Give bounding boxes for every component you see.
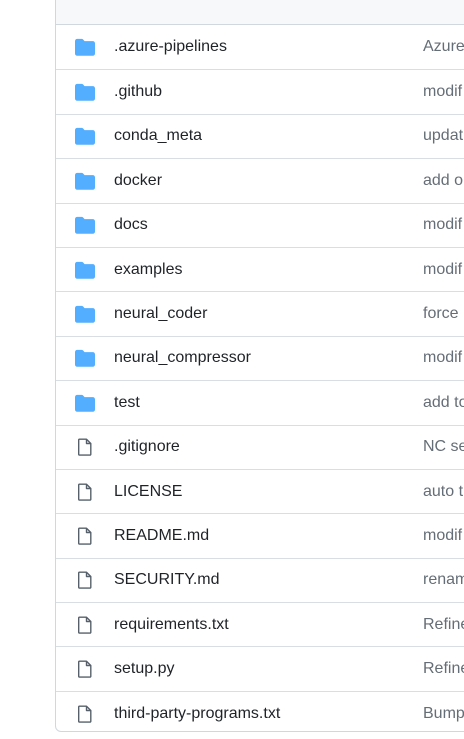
commit-message-link[interactable]: modif — [423, 527, 462, 545]
latest-commit-header — [56, 0, 464, 25]
file-row[interactable]: docker add o — [56, 158, 464, 202]
folder-icon — [75, 349, 95, 368]
commit-message-link[interactable]: add o — [423, 172, 463, 190]
folder-icon — [75, 261, 95, 279]
folder-icon — [75, 216, 95, 234]
folder-icon — [75, 83, 95, 101]
file-icon — [75, 571, 95, 590]
folder-icon — [75, 127, 95, 146]
file-row[interactable]: examples modif — [56, 246, 464, 291]
file-row[interactable]: neural_compressor modif — [56, 335, 464, 380]
file-name-link[interactable]: setup.py — [114, 660, 174, 678]
commit-message-link[interactable]: modif — [423, 83, 462, 101]
file-row[interactable]: docs modif — [56, 202, 464, 247]
file-icon — [75, 660, 95, 678]
avatar[interactable] — [72, 0, 92, 4]
file-name-link[interactable]: neural_coder — [114, 305, 207, 323]
file-icon — [75, 616, 95, 634]
file-browser: .azure-pipelines Azure .github modif con… — [55, 0, 464, 732]
file-name-link[interactable]: third-party-programs.txt — [114, 705, 280, 723]
file-row[interactable]: .gitignore NC se — [56, 424, 464, 469]
file-list: .azure-pipelines Azure .github modif con… — [56, 25, 464, 731]
file-row[interactable]: requirements.txt Refine — [56, 602, 464, 646]
file-row[interactable]: .github modif — [56, 69, 464, 113]
folder-icon — [75, 172, 95, 190]
commit-message-link[interactable]: updat — [423, 127, 463, 145]
file-name-link[interactable]: SECURITY.md — [114, 571, 220, 589]
file-name-link[interactable]: requirements.txt — [114, 616, 229, 634]
file-name-link[interactable]: examples — [114, 261, 182, 279]
file-row[interactable]: SECURITY.md renam — [56, 557, 464, 602]
file-icon — [75, 705, 95, 723]
commit-message-link[interactable]: modif — [423, 216, 462, 234]
file-row[interactable]: conda_meta updat — [56, 113, 464, 158]
commit-message-link[interactable]: Azure — [423, 38, 464, 56]
commit-message-link[interactable]: renam — [423, 571, 464, 589]
commit-message-link[interactable]: Refine — [423, 660, 464, 678]
folder-icon — [75, 394, 95, 412]
file-row[interactable]: .azure-pipelines Azure — [56, 25, 464, 69]
file-name-link[interactable]: README.md — [114, 527, 209, 545]
commit-message-link[interactable]: force — [423, 305, 459, 323]
commit-message-link[interactable]: NC se — [423, 438, 464, 456]
file-name-link[interactable]: docs — [114, 216, 148, 234]
file-name-link[interactable]: neural_compressor — [114, 349, 251, 367]
file-row[interactable]: LICENSE auto t — [56, 468, 464, 513]
commit-message-link[interactable]: modif — [423, 261, 462, 279]
commit-message-link[interactable]: Refine — [423, 616, 464, 634]
viewport: .azure-pipelines Azure .github modif con… — [0, 0, 464, 739]
commit-message-link[interactable]: auto t — [423, 483, 463, 501]
file-icon — [75, 483, 95, 501]
commit-message-link[interactable]: modif — [423, 349, 462, 367]
file-row[interactable]: test add to — [56, 380, 464, 424]
file-icon — [75, 527, 95, 545]
file-row[interactable]: README.md modif — [56, 513, 464, 557]
file-name-link[interactable]: .gitignore — [114, 438, 180, 456]
folder-icon — [75, 38, 95, 56]
file-name-link[interactable]: docker — [114, 172, 162, 190]
file-icon — [75, 438, 95, 457]
file-name-link[interactable]: conda_meta — [114, 127, 202, 145]
file-row[interactable]: neural_coder force — [56, 291, 464, 335]
file-name-link[interactable]: .azure-pipelines — [114, 38, 227, 56]
file-row[interactable]: third-party-programs.txt Bump — [56, 690, 464, 731]
file-name-link[interactable]: .github — [114, 83, 162, 101]
file-name-link[interactable]: test — [114, 394, 140, 412]
file-row[interactable]: setup.py Refine — [56, 646, 464, 690]
file-name-link[interactable]: LICENSE — [114, 483, 182, 501]
commit-message-link[interactable]: Bump — [423, 705, 464, 723]
commit-message-link[interactable]: add to — [423, 394, 464, 412]
folder-icon — [75, 305, 95, 323]
